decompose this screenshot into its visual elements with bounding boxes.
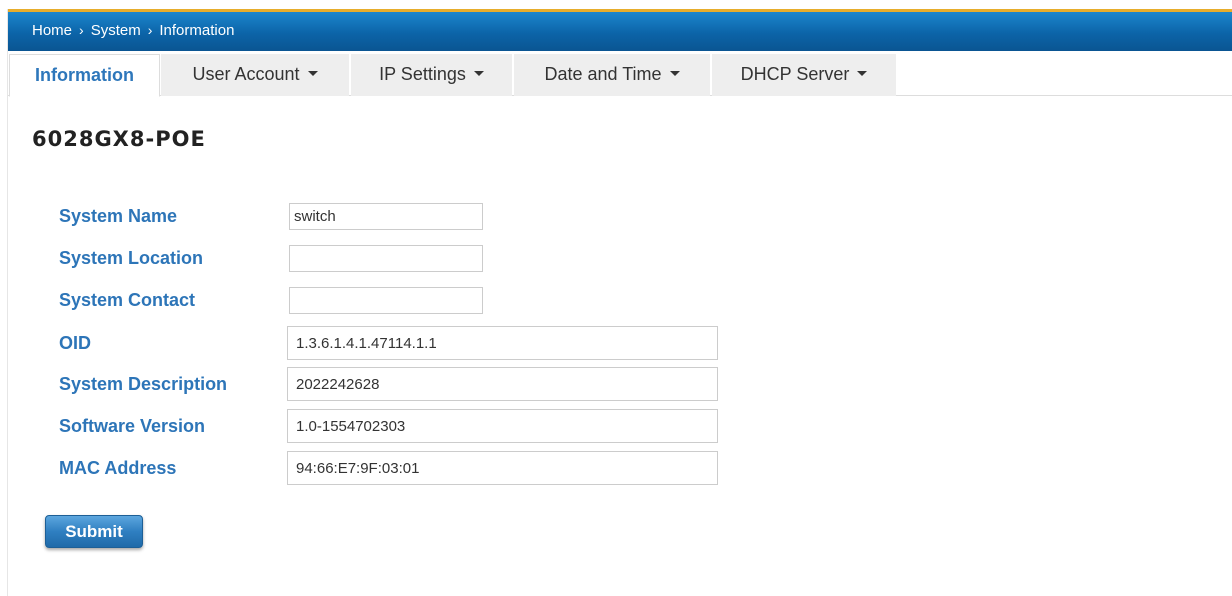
breadcrumb-home[interactable]: Home: [32, 22, 72, 39]
oid-label: OID: [59, 333, 92, 353]
system-description-label: System Description: [59, 374, 228, 394]
system-description-field: [287, 367, 718, 401]
tab-bar: Information User Account IP Settings Dat…: [8, 51, 1232, 97]
system-contact-input[interactable]: [289, 287, 483, 314]
mac-address-field: [287, 451, 718, 485]
breadcrumb: Home › System › Information: [32, 22, 234, 39]
tab-dhcp-server[interactable]: DHCP Server: [712, 54, 896, 96]
caret-down-icon: [857, 71, 868, 77]
tab-label: User Account: [192, 64, 300, 84]
tab-label: DHCP Server: [740, 64, 850, 84]
mac-address-label: MAC Address: [59, 458, 177, 478]
chevron-right-icon: ›: [79, 22, 84, 38]
oid-field: [287, 326, 718, 360]
breadcrumb-system[interactable]: System: [91, 22, 141, 39]
tab-ip-settings[interactable]: IP Settings: [351, 54, 512, 96]
submit-button[interactable]: Submit: [45, 515, 143, 548]
caret-down-icon: [473, 71, 484, 77]
tab-label: IP Settings: [379, 64, 466, 84]
system-location-input[interactable]: [289, 245, 483, 272]
top-header-bar: Home › System › Information: [8, 9, 1232, 51]
software-version-label: Software Version: [59, 416, 206, 436]
tab-information[interactable]: Information: [9, 54, 160, 97]
caret-down-icon: [307, 71, 318, 77]
tab-label: Date and Time: [544, 64, 662, 84]
tab-label: Information: [35, 65, 134, 85]
tab-date-and-time[interactable]: Date and Time: [514, 54, 710, 96]
chevron-right-icon: ›: [147, 22, 153, 38]
tab-user-account[interactable]: User Account: [161, 54, 349, 96]
system-contact-label: System Contact: [59, 290, 196, 310]
system-name-input[interactable]: [289, 203, 483, 230]
software-version-field: [287, 409, 718, 443]
system-name-label: System Name: [59, 206, 178, 226]
caret-down-icon: [669, 71, 680, 77]
page-title: 6028GX8-POE: [32, 127, 206, 151]
page-frame-border: [7, 9, 8, 596]
system-location-label: System Location: [59, 248, 204, 268]
breadcrumb-information: Information: [159, 22, 235, 39]
